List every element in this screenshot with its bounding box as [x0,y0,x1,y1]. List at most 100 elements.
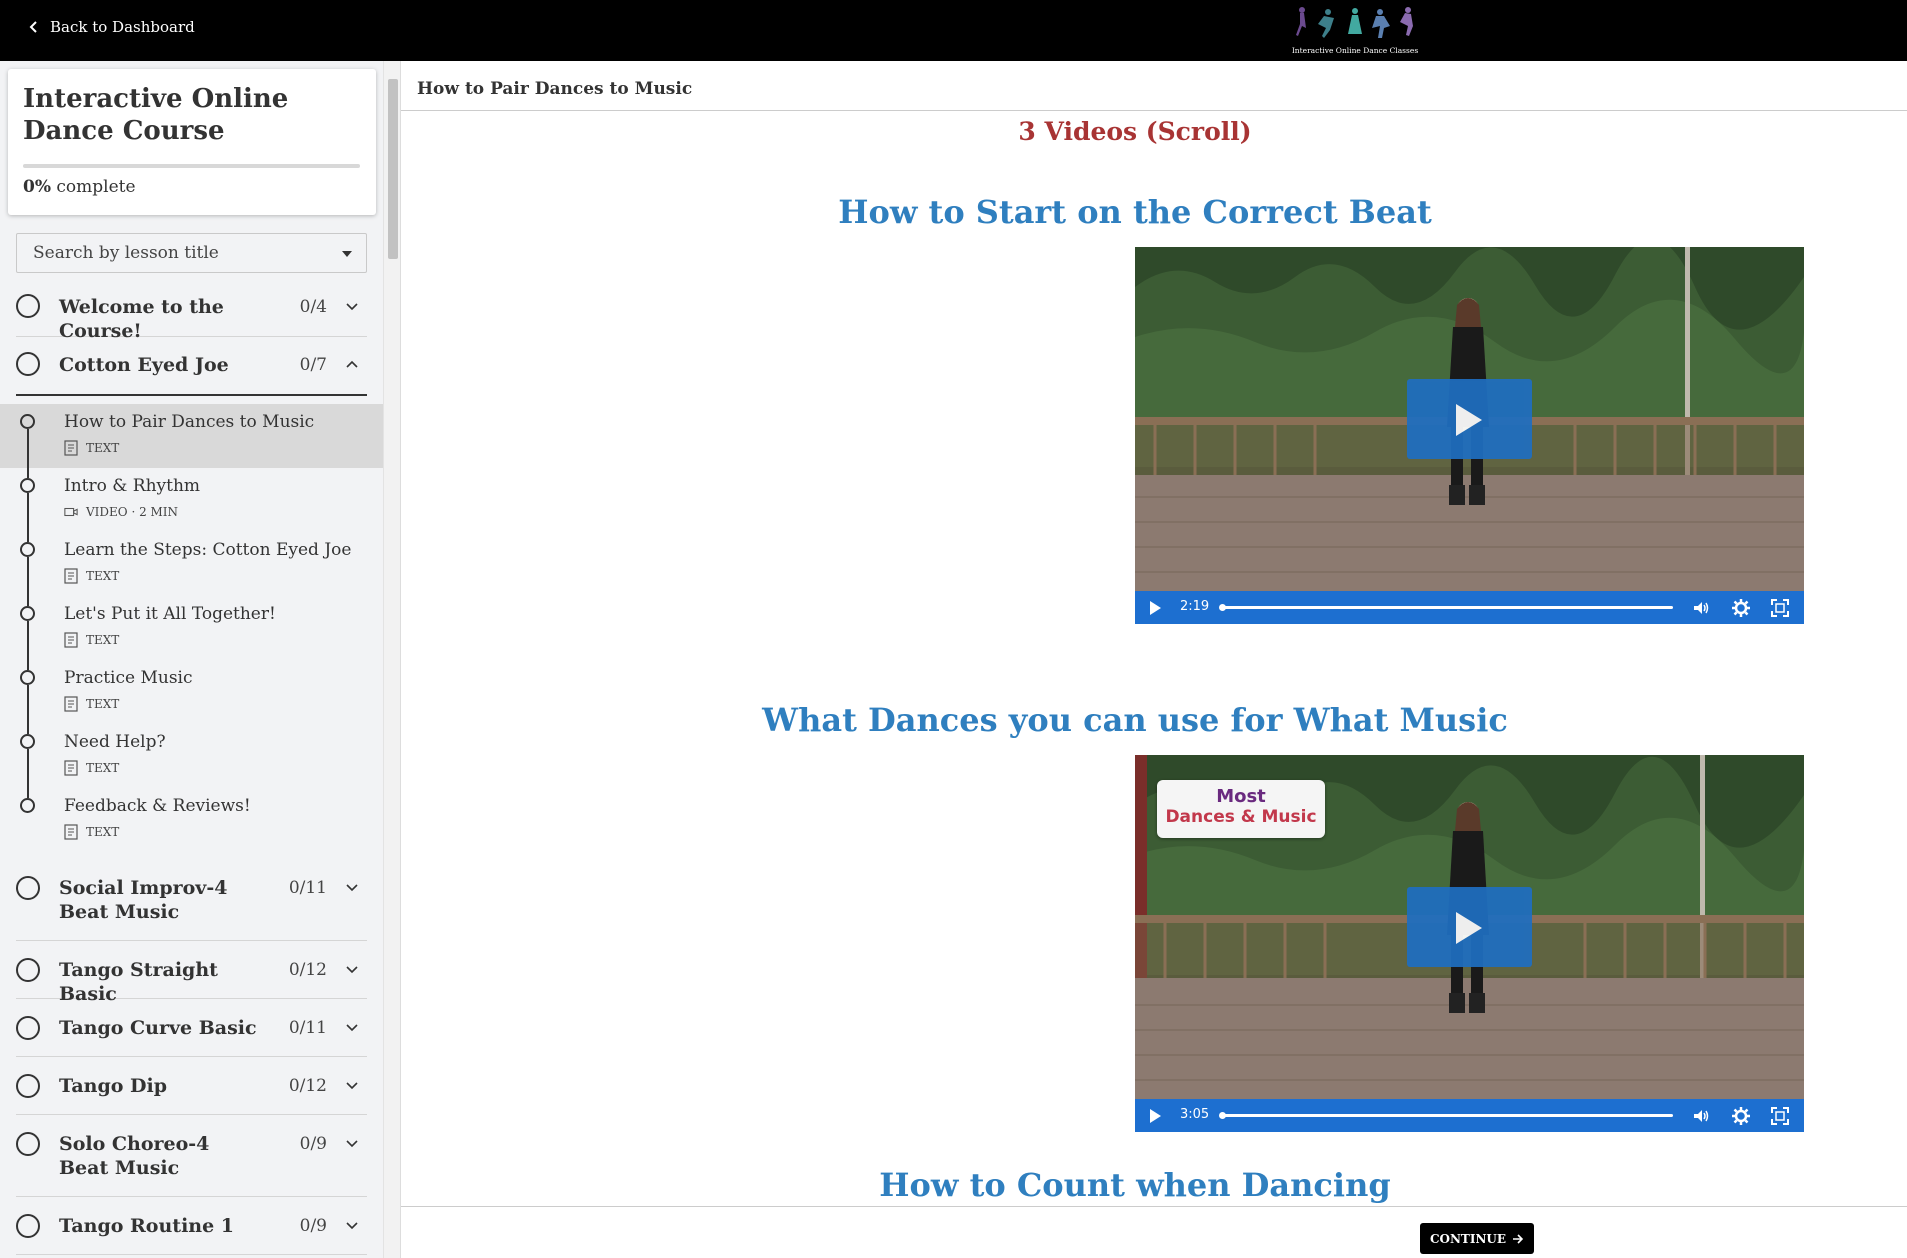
document-icon [64,696,78,712]
timeline-line [27,557,29,596]
lesson-search-select[interactable]: Search by lesson title [16,233,367,273]
video-title: How to Count when Dancing [879,1166,1391,1204]
chapter-count: 0/9 [299,1134,327,1154]
sidebar-scrollbar-thumb[interactable] [388,79,398,259]
lesson-item[interactable]: How to Pair Dances to Music TEXT [0,404,383,468]
settings-gear-icon[interactable] [1731,1106,1751,1126]
timeline-line [27,660,29,670]
progress-percent: 0% [23,177,51,197]
chapter-count: 0/4 [299,297,327,317]
caption-line-2: Dances & Music [1165,807,1317,827]
lesson-type: TEXT [64,568,119,584]
back-to-dashboard-link[interactable]: Back to Dashboard [28,18,195,36]
seek-bar[interactable] [1219,1112,1673,1119]
chapter-social-improv[interactable]: Social Improv-4 Beat Music 0/11 [16,861,367,941]
chevron-down-icon [346,303,358,311]
lesson-type-label: TEXT [86,825,120,839]
lesson-item[interactable]: Learn the Steps: Cotton Eyed Joe TEXT [0,532,383,596]
seek-knob[interactable] [1219,604,1226,611]
chapter-tango-dip[interactable]: Tango Dip 0/12 [16,1057,367,1115]
chapter-status-circle-icon [16,1074,40,1098]
video-controls: 2:19 [1135,591,1804,624]
timeline-line [27,468,29,478]
video-duration: 3:05 [1180,1107,1210,1122]
video-controls: 3:05 [1135,1099,1804,1132]
lesson-type-label: TEXT [86,697,120,711]
chapter-title: Tango Curve Basic [59,1017,257,1039]
chapter-count: 0/11 [288,878,327,898]
top-bar: Back to Dashboard Interactive Online Dan… [0,0,1907,61]
chapter-status-circle-icon [16,1214,40,1238]
fullscreen-icon[interactable] [1770,1106,1790,1126]
play-button-overlay[interactable] [1407,887,1532,967]
play-icon[interactable] [1145,1106,1165,1126]
play-button-overlay[interactable] [1407,379,1532,459]
lesson-item[interactable]: Let's Put it All Together! TEXT [0,596,383,660]
chevron-down-icon [346,1222,358,1230]
lesson-title: Feedback & Reviews! [64,796,251,816]
lesson-item[interactable]: Need Help? TEXT [0,724,383,788]
timeline-line [27,749,29,788]
video-duration: 2:19 [1180,599,1210,614]
lesson-title: Learn the Steps: Cotton Eyed Joe [64,540,352,560]
chapter-tango-routine-1[interactable]: Tango Routine 1 0/9 [16,1197,367,1255]
lesson-type-label: VIDEO · 2 MIN [86,505,179,519]
progress-suffix: complete [50,177,136,197]
lesson-type: TEXT [64,632,119,648]
chevron-up-icon [346,360,358,368]
chapter-title: Solo Choreo-4 Beat Music [59,1133,210,1179]
play-icon [1456,912,1482,944]
logo-text: Interactive Online Dance Classes [1291,46,1419,55]
lesson-footer: CONTINUE [401,1206,1907,1258]
video-player[interactable]: 2:19 [1135,247,1804,624]
volume-icon[interactable] [1691,598,1711,618]
seek-knob[interactable] [1219,1112,1226,1119]
continue-button[interactable]: CONTINUE [1420,1223,1534,1254]
search-placeholder: Search by lesson title [33,243,219,263]
lesson-type: TEXT [64,440,119,456]
chapter-cotton-eyed-joe[interactable]: Cotton Eyed Joe 0/7 [16,337,367,396]
fullscreen-icon[interactable] [1770,598,1790,618]
timeline-line [27,532,29,542]
timeline-line [27,724,29,734]
lesson-status-circle-icon [20,542,35,557]
lesson-header: How to Pair Dances to Music [401,69,1907,111]
chapter-welcome[interactable]: Welcome to the Course! 0/4 [16,279,367,342]
lesson-type: TEXT [64,760,119,776]
lesson-item[interactable]: Intro & Rhythm VIDEO · 2 MIN [0,468,383,532]
chapter-count: 0/12 [288,960,327,980]
lesson-status-circle-icon [20,606,35,621]
chapter-tango-straight-basic[interactable]: Tango Straight Basic 0/12 [16,941,367,1005]
back-label: Back to Dashboard [50,18,195,36]
site-logo[interactable]: Interactive Online Dance Classes [1280,2,1430,58]
play-icon[interactable] [1145,598,1165,618]
chapter-tango-curve-basic[interactable]: Tango Curve Basic 0/11 [16,999,367,1057]
lesson-item[interactable]: Practice Music TEXT [0,660,383,724]
play-icon [1456,404,1482,436]
chapter-solo-choreo[interactable]: Solo Choreo-4 Beat Music 0/9 [16,1115,367,1197]
video-player[interactable]: Most Dances & Music 3:05 [1135,755,1804,1132]
lesson-status-circle-icon [20,670,35,685]
chapter-status-circle-icon [16,294,40,318]
lesson-status-circle-icon [20,414,35,429]
seek-bar[interactable] [1219,604,1673,611]
lesson-title: Intro & Rhythm [64,476,201,496]
lesson-status-circle-icon [20,798,35,813]
course-progress-bar [23,164,360,168]
video-title: What Dances you can use for What Music [762,701,1508,739]
sidebar-scrollbar[interactable] [383,61,400,1258]
chapter-title: Cotton Eyed Joe [59,354,229,376]
chapter-count: 0/7 [299,355,327,375]
volume-icon[interactable] [1691,1106,1711,1126]
caret-down-icon [342,251,352,257]
progress-text: 0% complete [23,177,136,197]
lesson-type-label: TEXT [86,441,120,455]
dancers-logo-icon [1296,7,1413,38]
lesson-type: TEXT [64,696,119,712]
timeline-line [27,429,29,468]
timeline-line [27,493,29,532]
chevron-down-icon [346,884,358,892]
lesson-item[interactable]: Feedback & Reviews! TEXT [0,788,383,852]
chapter-title: Tango Routine 1 [59,1215,235,1237]
settings-gear-icon[interactable] [1731,598,1751,618]
